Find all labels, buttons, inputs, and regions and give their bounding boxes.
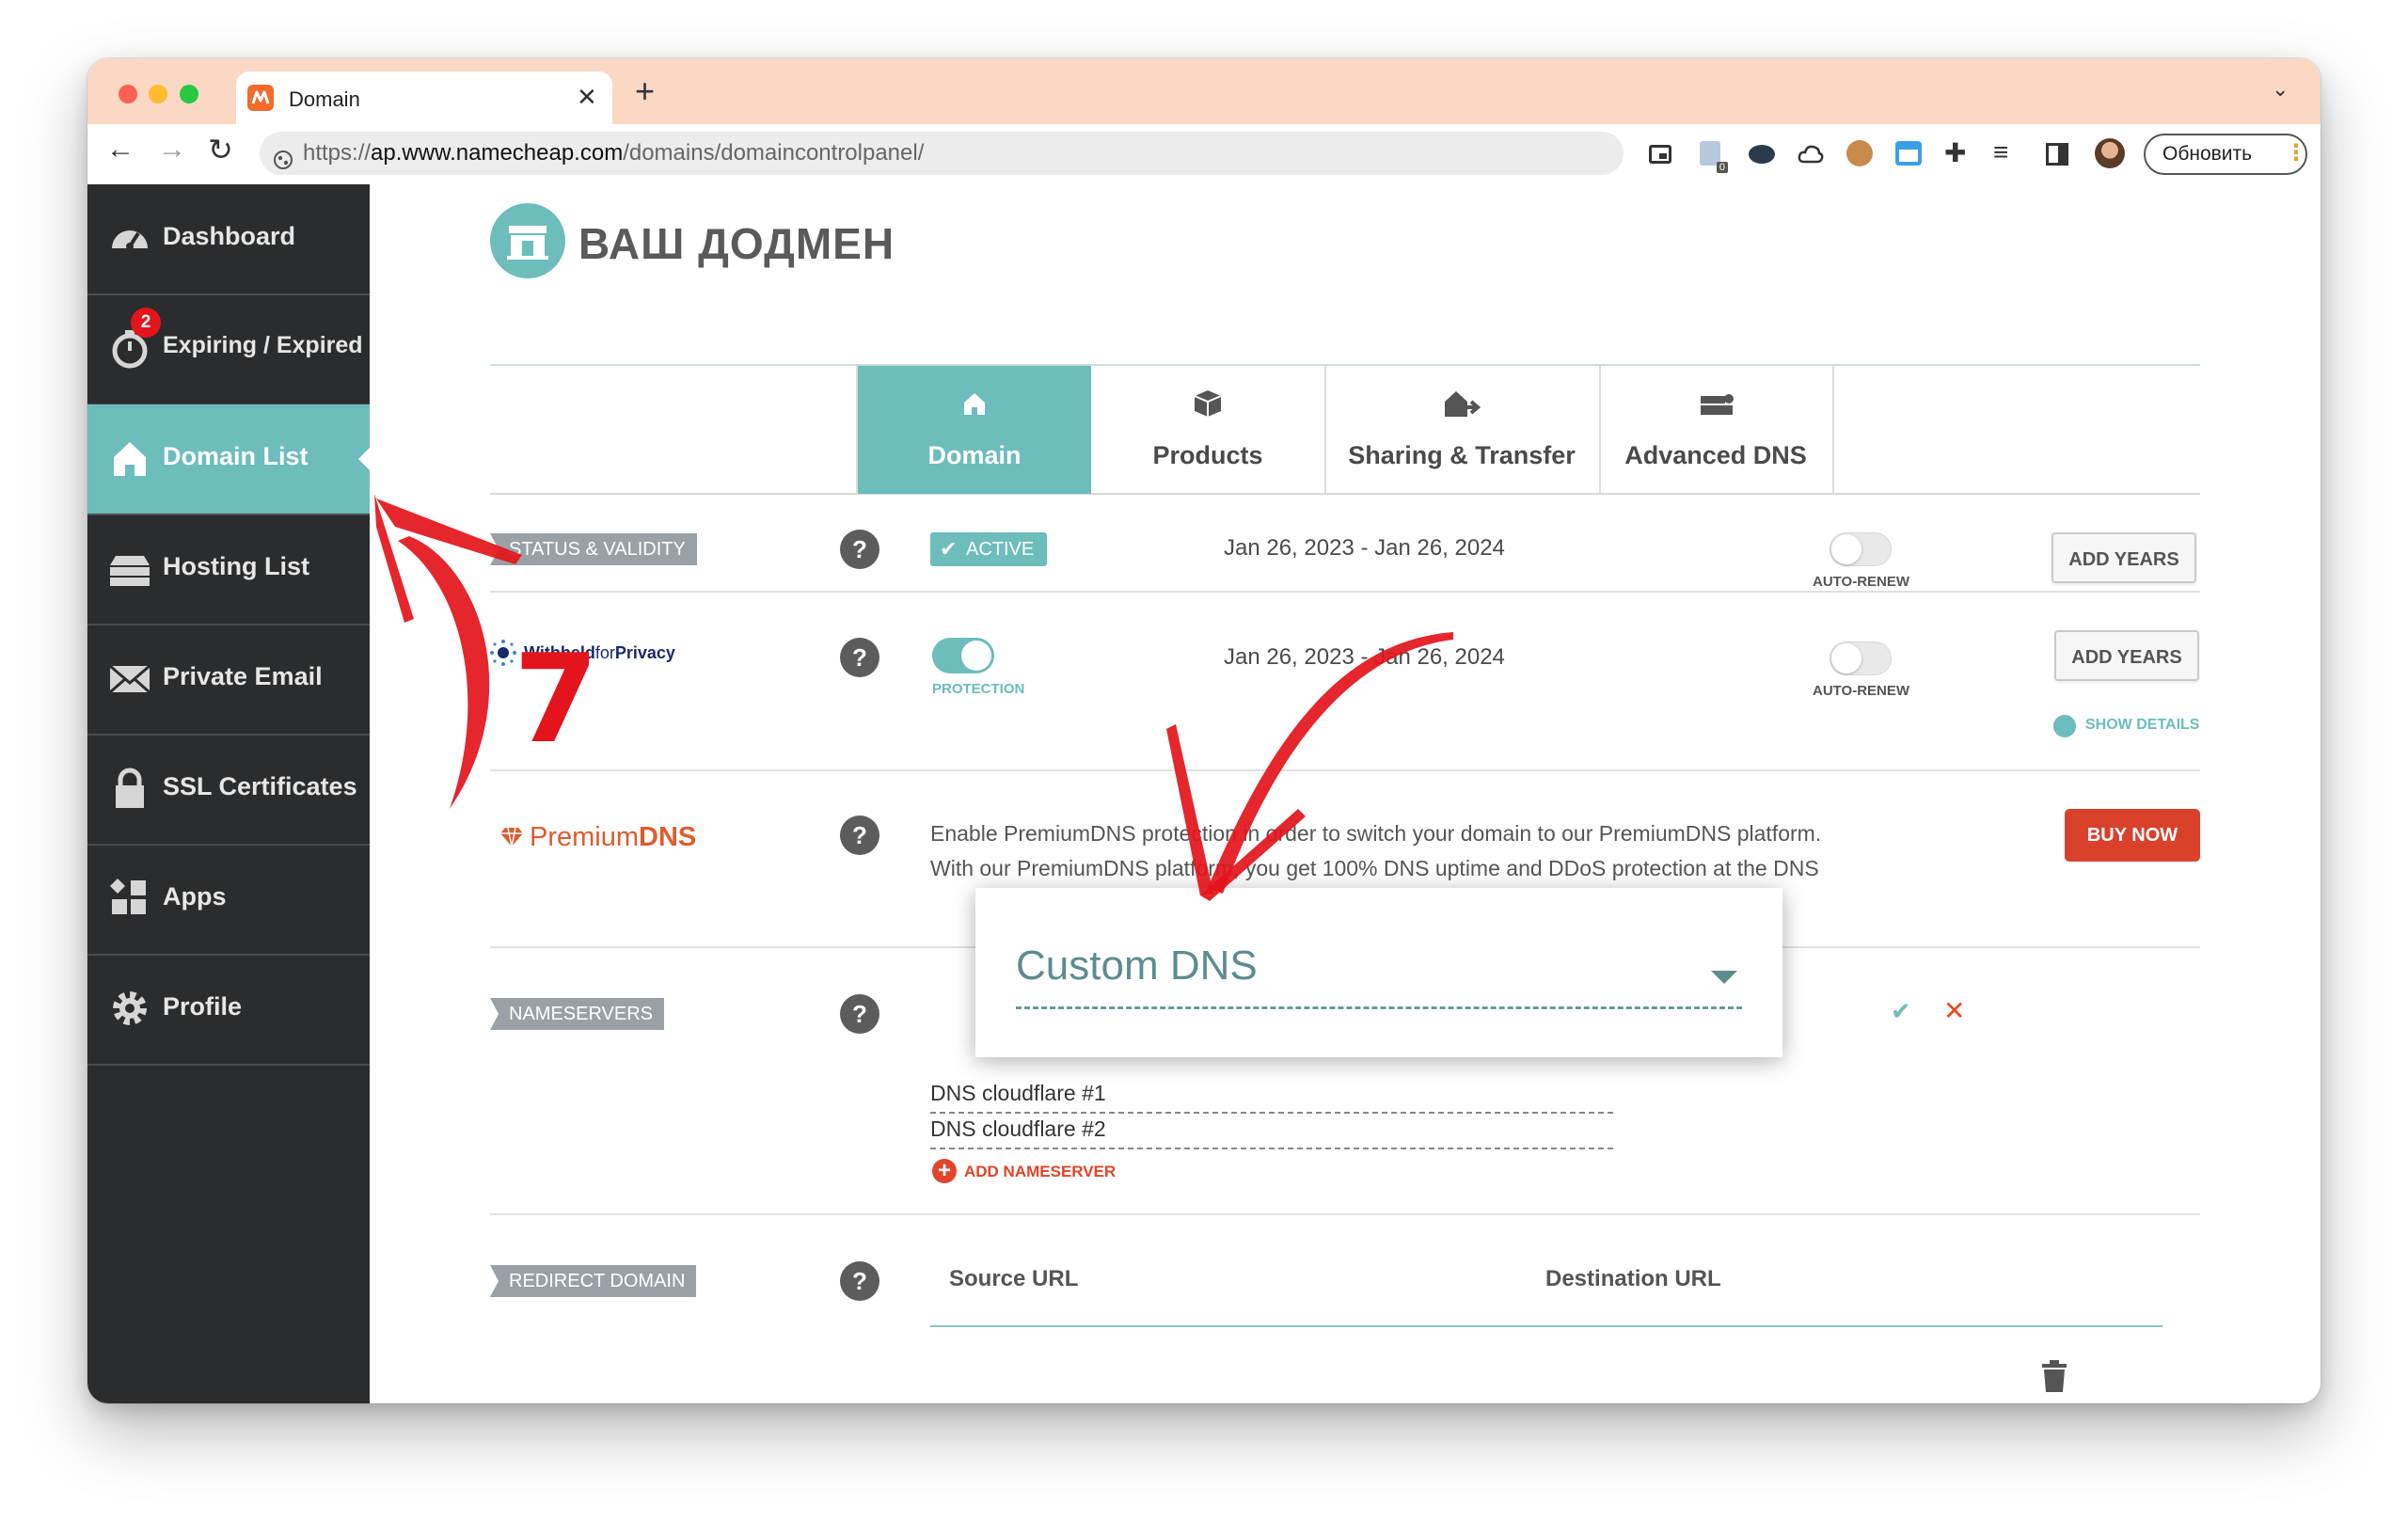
annotation-arrow-to-domain-list <box>374 494 522 809</box>
annotation-overlay <box>374 494 1453 901</box>
annotation-arrow-to-custom-dns <box>1166 632 1453 901</box>
annotation-step-number: 7 <box>514 627 599 770</box>
